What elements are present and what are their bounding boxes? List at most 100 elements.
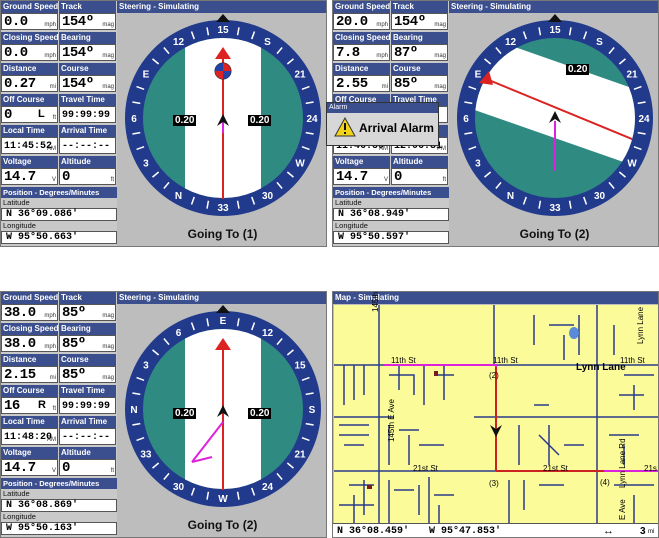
compass-label: 15	[295, 361, 307, 372]
position-header: Position - Degrees/Minutes	[1, 187, 117, 198]
longitude-label: Longitude	[1, 512, 117, 522]
field-label: Bearing	[59, 323, 116, 335]
steering-panel: Steering - Simulating 15 S 21 24 W 30 33 N 3 6 E 12…	[117, 1, 326, 246]
field-label: Local Time	[1, 416, 58, 428]
compass-label: E	[143, 70, 150, 81]
field-value-box: 14.7 V	[1, 168, 58, 185]
position-header: Position - Degrees/Minutes	[1, 478, 117, 489]
field-unit: mph	[376, 22, 388, 28]
field-label: Altitude	[59, 156, 116, 168]
compass-label: 33	[140, 450, 152, 461]
field-value: 154º	[394, 14, 426, 30]
data-field: Local Time 11:45:52 AM	[1, 125, 58, 155]
longitude-value: W 95°50.663'	[1, 231, 117, 244]
cursor-longitude: W 95°47.853'	[429, 526, 502, 537]
field-value: 85º	[394, 76, 418, 92]
compass-label: 12	[505, 37, 517, 48]
alarm-title: Alarm	[327, 103, 438, 113]
field-label: Ground Speed	[1, 292, 58, 304]
longitude-value: W 95°50.597'	[333, 231, 449, 244]
field-label: Distance	[1, 354, 58, 366]
field-unit: mi	[49, 84, 56, 90]
compass-label: 6	[463, 114, 469, 125]
field-value-box: --:--:--	[59, 428, 116, 445]
field-value: --:--:--	[62, 141, 111, 152]
data-field: Closing Speed 0.0 mph	[1, 32, 58, 62]
arrival-alarm-dialog[interactable]: Alarm Arrival Alarm	[326, 102, 439, 146]
field-label: Off Course	[1, 94, 58, 106]
street-label-21st-left: 21st St	[413, 464, 438, 473]
data-field: Course 85º mag	[59, 354, 116, 384]
data-field: Closing Speed 7.8 mph	[333, 32, 390, 62]
field-unit: ft	[442, 177, 446, 183]
compass-label: 33	[217, 203, 229, 214]
compass-label: N	[507, 191, 514, 202]
field-value: 154º	[62, 45, 94, 61]
zoom-level: 3	[640, 526, 646, 537]
field-value: 2.15	[4, 367, 36, 383]
field-label: Course	[391, 63, 448, 75]
xte-right-label: 0.20	[248, 408, 272, 419]
field-value-box: 85º mag	[391, 75, 448, 92]
data-field: Bearing 154º mag	[59, 32, 116, 62]
data-field: Voltage 14.7 V	[333, 156, 390, 186]
field-label: Voltage	[1, 447, 58, 459]
street-label-lynn-lane: Lynn Lane	[636, 306, 645, 344]
compass-label: 15	[549, 25, 561, 36]
compass-label: 3	[475, 159, 481, 170]
compass-label: 12	[262, 328, 274, 339]
field-value: 11:45:52	[4, 141, 53, 152]
steering-compass: E 12 15 S 21 24 W 30 33 N 3 6	[125, 305, 321, 507]
field-unit: V	[383, 177, 388, 183]
data-field: Distance 2.55 mi	[333, 63, 390, 93]
compass-label: 24	[306, 114, 318, 125]
street-label-145th: 145th E	[371, 291, 380, 312]
lubber-mark	[548, 14, 562, 22]
compass-label: E	[475, 70, 482, 81]
data-field: Travel Time 99:99:99	[59, 385, 116, 415]
field-label: Altitude	[59, 447, 116, 459]
longitude-value: W 95°50.163'	[1, 522, 117, 535]
data-field: Course 85º mag	[391, 63, 448, 93]
xte-right-label: 0.20	[248, 115, 272, 126]
field-value-box: 87º mag	[391, 44, 448, 61]
street-label-lynn-lane-rd: Lynn Lane Rd	[618, 438, 627, 488]
compass-label: 6	[176, 328, 182, 339]
field-value-box: 154º mag	[59, 44, 116, 61]
compass-label: 33	[549, 203, 561, 214]
field-unit: mi	[49, 375, 56, 381]
field-value: 154º	[62, 14, 94, 30]
field-value: 85º	[62, 367, 86, 383]
field-unit: mph	[44, 22, 56, 28]
field-label: Bearing	[59, 32, 116, 44]
field-value: 14.7	[4, 169, 36, 185]
map-view[interactable]	[334, 305, 658, 523]
field-value-box: 0 Lft	[1, 106, 58, 123]
street-label-21st-right: 21s	[644, 464, 657, 473]
field-unit: mag	[102, 84, 114, 90]
field-label: Arrival Time	[59, 416, 116, 428]
field-value: 0	[62, 460, 70, 476]
data-field: Travel Time 99:99:99	[59, 94, 116, 124]
field-value-box: 7.8 mph	[333, 44, 390, 61]
field-unit: mi	[381, 84, 388, 90]
field-value-box: 11:45:52 AM	[1, 137, 58, 154]
field-label: Local Time	[1, 125, 58, 137]
compass-label: 12	[173, 37, 185, 48]
position-header: Position - Degrees/Minutes	[333, 187, 449, 198]
field-value-box: 0 ft	[59, 459, 116, 476]
data-field: Voltage 14.7 V	[1, 447, 58, 477]
latitude-label: Latitude	[1, 198, 117, 208]
latitude-value: N 36°08.949'	[333, 208, 449, 221]
field-label: Bearing	[391, 32, 448, 44]
field-label: Closing Speed	[1, 32, 58, 44]
latitude-label: Latitude	[1, 489, 117, 499]
steering-compass: 15 S 21 24 W 30 33 N 3 6 E 12	[457, 14, 653, 216]
field-value-box: 14.7 V	[333, 168, 390, 185]
field-value: 16	[4, 398, 20, 414]
field-label: Off Course	[1, 385, 58, 397]
alarm-message: Arrival Alarm	[359, 121, 434, 135]
longitude-label: Longitude	[333, 221, 449, 231]
field-value-box: 85º mag	[59, 366, 116, 383]
field-value: 85º	[62, 336, 86, 352]
